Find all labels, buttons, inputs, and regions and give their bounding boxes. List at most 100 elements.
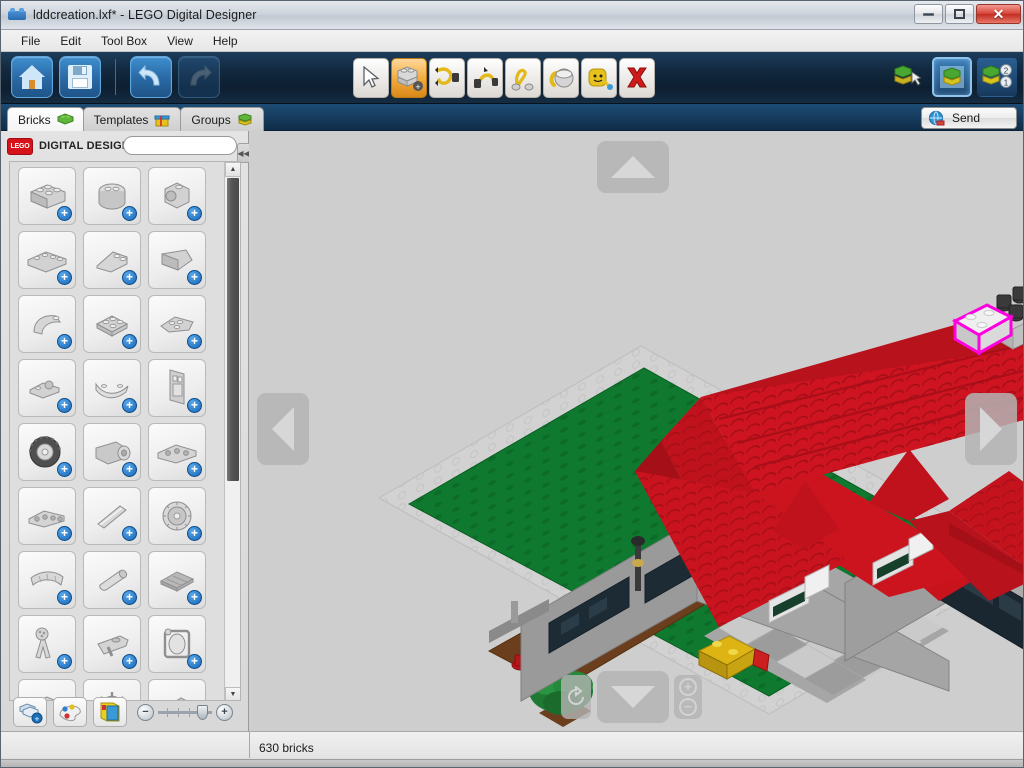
frame-element[interactable]: + — [148, 615, 206, 673]
technic-beam[interactable]: + — [148, 423, 206, 481]
home-button[interactable] — [11, 56, 53, 98]
add-brick-badge[interactable]: + — [187, 590, 202, 605]
plate-with-clip[interactable]: + — [18, 359, 76, 417]
add-brick-badge[interactable]: + — [122, 270, 137, 285]
minimize-button[interactable] — [914, 4, 943, 24]
add-brick-badge[interactable]: + — [122, 334, 137, 349]
view-mode-button[interactable] — [932, 57, 972, 97]
close-button[interactable]: ✕ — [976, 4, 1021, 24]
redo-button[interactable] — [178, 56, 220, 98]
hinge-align-tool[interactable] — [505, 58, 541, 98]
add-brick-badge[interactable]: + — [57, 334, 72, 349]
wedge-slope[interactable]: + — [148, 231, 206, 289]
add-brick-badge[interactable]: + — [122, 526, 137, 541]
brick-2x4[interactable]: + — [18, 167, 76, 225]
clone-tool[interactable]: + — [391, 58, 427, 98]
zoom-slider-track[interactable] — [158, 704, 212, 720]
building-guide-button[interactable]: 2 1 — [977, 57, 1017, 97]
add-brick-badge[interactable]: + — [187, 526, 202, 541]
add-brick-badge[interactable]: + — [122, 590, 137, 605]
zoom-out-button[interactable]: − — [137, 703, 154, 721]
scroll-up-button[interactable]: ▲ — [225, 162, 240, 177]
plate-2x2[interactable]: + — [83, 295, 141, 353]
redo-arrow-icon — [186, 65, 212, 89]
add-brick-badge[interactable]: + — [57, 526, 72, 541]
paint-tool[interactable] — [543, 58, 579, 98]
menu-tool-box[interactable]: Tool Box — [91, 32, 157, 50]
add-brick-badge[interactable]: + — [57, 654, 72, 669]
maximize-button[interactable] — [945, 4, 974, 24]
technic-liftarm[interactable]: + — [18, 487, 76, 545]
brick-palette-filter-button[interactable]: + — [13, 697, 47, 727]
add-brick-badge[interactable]: + — [187, 334, 202, 349]
select-tool[interactable] — [353, 58, 389, 98]
tab-groups[interactable]: Groups — [180, 107, 264, 131]
menu-edit[interactable]: Edit — [50, 32, 91, 50]
tab-bricks[interactable]: Bricks — [7, 107, 84, 131]
zoom-out-button[interactable]: − — [679, 698, 697, 716]
technic-gear[interactable]: + — [148, 487, 206, 545]
flex-tool[interactable] — [467, 58, 503, 98]
rotate-down-button[interactable] — [597, 671, 669, 723]
add-brick-badge[interactable]: + — [57, 462, 72, 477]
brick-headlight[interactable]: + — [148, 167, 206, 225]
viewport-zoom-controls[interactable]: + − — [674, 675, 702, 719]
add-brick-badge[interactable]: + — [187, 398, 202, 413]
wrench-element[interactable]: + — [18, 615, 76, 673]
delete-tool[interactable] — [619, 58, 655, 98]
flat-tile-plate[interactable]: + — [148, 551, 206, 609]
zoom-slider-handle[interactable] — [197, 704, 209, 720]
add-brick-badge[interactable]: + — [57, 206, 72, 221]
brick-round-2x2[interactable]: + — [83, 167, 141, 225]
wheel-tire[interactable]: + — [18, 423, 76, 481]
curved-panel[interactable]: + — [83, 359, 141, 417]
search-input[interactable] — [123, 136, 237, 155]
add-brick-badge[interactable]: + — [187, 206, 202, 221]
add-brick-badge[interactable]: + — [122, 398, 137, 413]
add-brick-badge[interactable]: + — [122, 462, 137, 477]
zoom-in-button[interactable]: + — [216, 703, 233, 721]
rotate-up-button[interactable] — [597, 141, 669, 193]
add-brick-badge[interactable]: + — [57, 270, 72, 285]
add-brick-badge[interactable]: + — [122, 654, 137, 669]
reset-view-button[interactable] — [561, 675, 591, 719]
add-brick-badge[interactable]: + — [122, 206, 137, 221]
menu-view[interactable]: View — [157, 32, 203, 50]
menu-help[interactable]: Help — [203, 32, 248, 50]
hinge-tool[interactable] — [429, 58, 465, 98]
plate-1x4[interactable]: + — [18, 231, 76, 289]
add-brick-badge[interactable]: + — [57, 398, 72, 413]
wedge-plate[interactable]: + — [148, 295, 206, 353]
add-brick-badge[interactable]: + — [187, 462, 202, 477]
add-brick-badge[interactable]: + — [187, 654, 202, 669]
tab-templates[interactable]: Templates — [82, 107, 182, 131]
add-brick-badge[interactable]: + — [57, 590, 72, 605]
decorate-tool[interactable] — [581, 58, 617, 98]
build-mode-button[interactable] — [887, 57, 927, 97]
cylinder-tube[interactable]: + — [83, 551, 141, 609]
box-catalog-button[interactable] — [93, 697, 127, 727]
palette-zoom-slider[interactable]: − + — [137, 703, 233, 721]
zoom-in-button[interactable]: + — [679, 678, 697, 696]
send-button[interactable]: Send — [921, 107, 1017, 129]
svg-text:+: + — [415, 82, 420, 92]
motor-element[interactable]: + — [83, 423, 141, 481]
3d-viewport[interactable]: + − — [249, 131, 1023, 733]
undo-button[interactable] — [130, 56, 172, 98]
menu-file[interactable]: File — [11, 32, 50, 50]
rotate-left-button[interactable] — [257, 393, 309, 465]
scrollbar-thumb[interactable] — [227, 178, 239, 481]
palette-scrollbar[interactable]: ▲ ▼ — [224, 162, 240, 700]
add-brick-badge[interactable]: + — [187, 270, 202, 285]
aircraft-fin[interactable]: + — [83, 615, 141, 673]
technic-axle[interactable]: + — [83, 487, 141, 545]
door-panel[interactable]: + — [148, 359, 206, 417]
lego-logo: LEGO — [7, 137, 33, 155]
brick-curved-slope[interactable]: + — [18, 295, 76, 353]
slope-2x2[interactable]: + — [83, 231, 141, 289]
palette-collapse-button[interactable]: ◀◀ — [237, 143, 250, 163]
curved-wing[interactable]: + — [18, 551, 76, 609]
rotate-right-button[interactable] — [965, 393, 1017, 465]
save-button[interactable] — [59, 56, 101, 98]
color-palette-button[interactable] — [53, 697, 87, 727]
